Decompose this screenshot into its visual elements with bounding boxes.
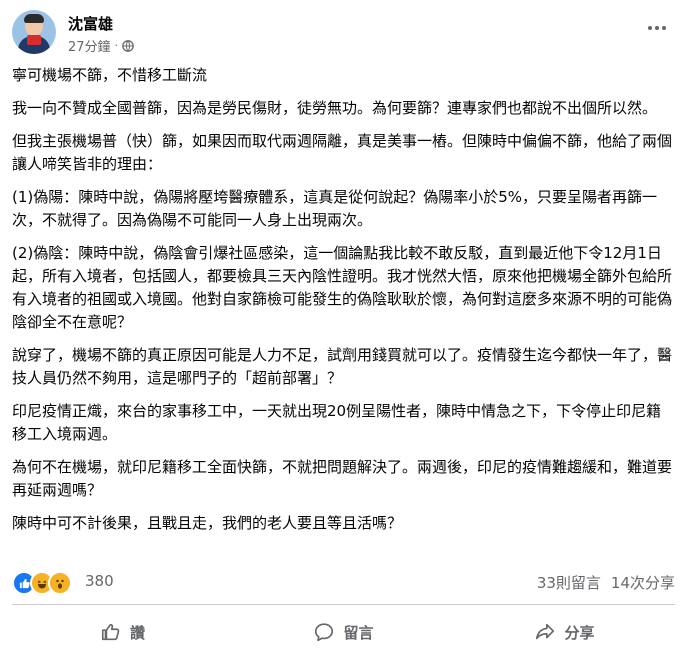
comment-icon	[315, 623, 334, 642]
post-paragraph: (1)偽陽：陳時中說，偽陽將壓垮醫療體系，這真是從何說起？偽陽率小於5%，只要呈…	[12, 188, 658, 229]
avatar[interactable]	[12, 10, 56, 54]
post-paragraph: 我一向不贊成全國普篩，因為是勞民傷財，徒勞無功。為何要篩？連專家們也都說不出個所…	[12, 99, 658, 117]
author-name[interactable]: 沈富雄	[68, 13, 113, 34]
more-options-icon[interactable]	[643, 18, 671, 38]
reaction-icons[interactable]	[12, 571, 72, 595]
comment-label: 留言	[343, 623, 374, 642]
post-paragraph: 說穿了，機場不篩的真正原因可能是人力不足，試劑用錢買就可以了。疫情發生迄今都快一…	[12, 346, 673, 387]
post-paragraph: 印尼疫情正熾，來台的家事移工中，一天就出現20例呈陽性者，陳時中情急之下，下令停…	[12, 402, 662, 443]
share-count[interactable]: 14次分享	[611, 572, 675, 593]
reactions-bar: 380 33則留言 14次分享	[12, 570, 675, 595]
post-paragraph: 陳時中可不計後果，且戰且走，我們的老人要且等且活嗎？	[12, 514, 403, 532]
wow-icon	[48, 571, 72, 595]
share-label: 分享	[564, 623, 595, 642]
post-timestamp[interactable]: 27分鐘	[68, 36, 111, 55]
post-paragraph: 寧可機場不篩，不惜移工斷流	[12, 66, 208, 84]
post-paragraph: 但我主張機場普（快）篩，如果因而取代兩週隔離，真是美事一樁。但陳時中偏偏不篩，他…	[12, 132, 673, 173]
divider	[12, 604, 675, 605]
thumbs-up-icon	[101, 623, 120, 641]
post-body: 寧可機場不篩，不惜移工斷流 我一向不贊成全國普篩，因為是勞民傷財，徒勞無功。為何…	[12, 64, 675, 545]
post-paragraph: (2)偽陰：陳時中說，偽陰會引爆社區感染，這一個論點我比較不敢反駁，直到最近他下…	[12, 244, 673, 331]
reaction-count[interactable]: 380	[85, 572, 114, 590]
post-header: 沈富雄 27分鐘 ·	[12, 10, 675, 60]
globe-icon	[122, 39, 134, 52]
like-button[interactable]: 讚	[12, 610, 233, 654]
comment-count[interactable]: 33則留言	[537, 572, 601, 593]
action-bar: 讚 留言 分享	[12, 610, 675, 654]
meta-separator: ·	[114, 39, 119, 52]
post-meta: 27分鐘 ·	[68, 36, 134, 55]
post-paragraph: 為何不在機場，就印尼籍移工全面快篩，不就把問題解決了。兩週後，印尼的疫情難趨緩和…	[12, 458, 673, 499]
engagement-counts: 33則留言 14次分享	[537, 572, 675, 593]
share-icon	[536, 623, 555, 640]
facebook-post: 沈富雄 27分鐘 · 寧可機場不篩，不惜移工斷流 我一向不贊成全國普篩，因為是勞…	[0, 0, 687, 666]
share-button[interactable]: 分享	[454, 610, 675, 654]
like-label: 讚	[129, 623, 145, 642]
comment-button[interactable]: 留言	[233, 610, 454, 654]
